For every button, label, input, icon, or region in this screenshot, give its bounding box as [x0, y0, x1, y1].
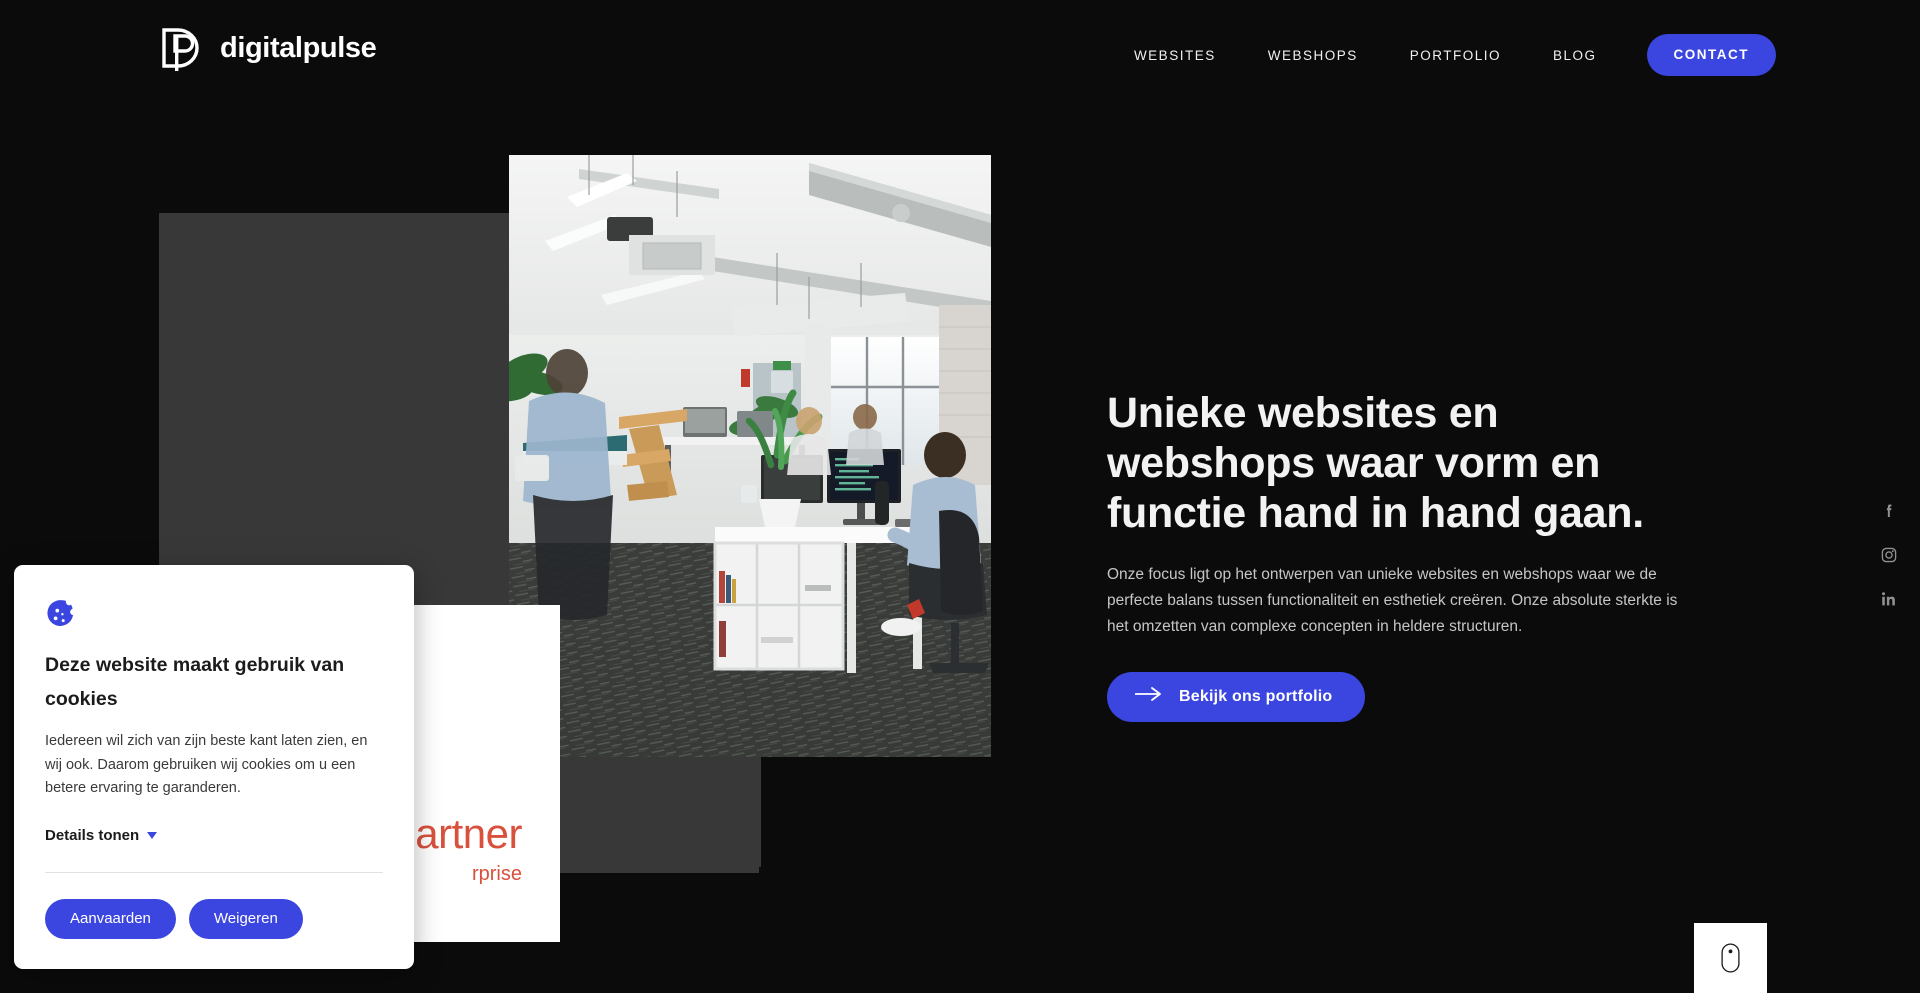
brand-name: digitalpulse [220, 31, 377, 64]
nav-item-webshops[interactable]: WEBSHOPS [1242, 48, 1384, 63]
cookie-banner-divider [45, 871, 383, 873]
instagram-link[interactable] [1878, 544, 1900, 566]
cookie-banner-actions: Aanvaarden Weigeren [45, 898, 383, 939]
hero-paragraph: Onze focus ligt op het ontwerpen van uni… [1107, 566, 1678, 635]
instagram-icon [1880, 546, 1898, 564]
chevron-down-icon [147, 831, 158, 839]
cookie-banner-title: Deze website maakt gebruik van cookies [45, 654, 345, 710]
facebook-icon [1880, 502, 1898, 520]
accept-cookies-button[interactable]: Aanvaarden [45, 898, 176, 939]
hero-office-photo [509, 155, 991, 757]
show-details-toggle[interactable]: Details tonen [45, 826, 158, 844]
show-details-label: Details tonen [45, 826, 140, 844]
social-links-rail [1878, 500, 1900, 610]
scroll-down-indicator[interactable] [1694, 923, 1767, 993]
brand-logo-link[interactable]: digitalpulse [155, 22, 377, 74]
main-navigation: WEBSITES WEBSHOPS PORTFOLIO BLOG CONTACT [1108, 34, 1776, 76]
decorative-gray-block-lower [558, 757, 761, 867]
nav-item-blog[interactable]: BLOG [1527, 48, 1623, 63]
hero-title: Unieke websites en webshops waar vorm en… [1107, 389, 1644, 537]
contact-button[interactable]: CONTACT [1646, 34, 1776, 76]
view-portfolio-label: Bekijk ons portfolio [1179, 687, 1333, 705]
view-portfolio-button[interactable]: Bekijk ons portfolio [1107, 672, 1366, 722]
arrow-right-icon [1135, 687, 1162, 706]
nav-item-websites[interactable]: WEBSITES [1108, 48, 1242, 63]
partner-badge-subtitle: rprise [471, 863, 522, 885]
nav-item-portfolio[interactable]: PORTFOLIO [1384, 48, 1527, 63]
partner-badge-title: artner [415, 810, 522, 857]
mouse-scroll-icon [1721, 943, 1740, 973]
facebook-link[interactable] [1878, 500, 1900, 522]
linkedin-icon [1880, 590, 1898, 608]
site-header: digitalpulse WEBSITES WEBSHOPS PORTFOLIO… [0, 0, 1920, 104]
cookie-icon [45, 599, 383, 632]
decline-cookies-button[interactable]: Weigeren [188, 898, 303, 939]
cookie-banner-text: Iedereen wil zich van zijn beste kant la… [45, 733, 368, 796]
linkedin-link[interactable] [1878, 588, 1900, 610]
hero-content: Unieke websites en webshops waar vorm en… [1107, 388, 1707, 722]
cookie-consent-banner: Deze website maakt gebruik van cookies I… [14, 565, 414, 969]
dp-monogram-icon [155, 22, 205, 74]
